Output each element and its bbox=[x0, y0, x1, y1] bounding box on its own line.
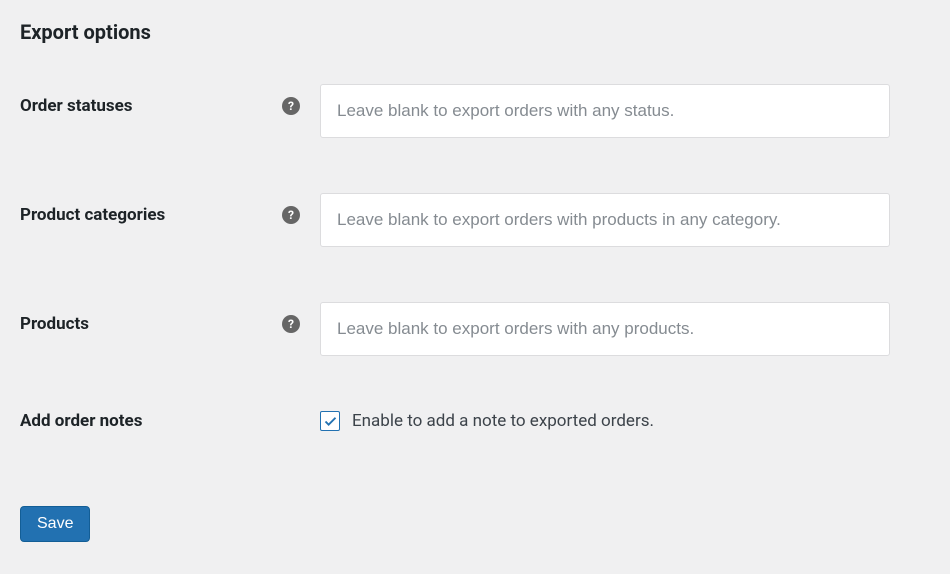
help-icon[interactable]: ? bbox=[282, 206, 300, 224]
add-order-notes-checkbox-label: Enable to add a note to exported orders. bbox=[352, 411, 654, 431]
check-icon bbox=[323, 414, 338, 429]
export-options-heading: Export options bbox=[20, 20, 930, 44]
product-categories-label: Product categories bbox=[20, 205, 165, 225]
order-statuses-input[interactable] bbox=[320, 84, 890, 138]
products-input[interactable] bbox=[320, 302, 890, 356]
products-input-col bbox=[320, 302, 930, 356]
add-order-notes-input-col: Enable to add a note to exported orders. bbox=[320, 411, 930, 431]
product-categories-input-col bbox=[320, 193, 930, 247]
products-label: Products bbox=[20, 314, 89, 334]
help-icon[interactable]: ? bbox=[282, 315, 300, 333]
products-row: Products ? bbox=[20, 302, 930, 356]
product-categories-input[interactable] bbox=[320, 193, 890, 247]
help-icon[interactable]: ? bbox=[282, 97, 300, 115]
order-statuses-label-col: Order statuses ? bbox=[20, 84, 320, 116]
save-button[interactable]: Save bbox=[20, 506, 90, 542]
order-statuses-input-col bbox=[320, 84, 930, 138]
product-categories-label-col: Product categories ? bbox=[20, 193, 320, 225]
add-order-notes-label-col: Add order notes bbox=[20, 411, 320, 431]
order-statuses-label: Order statuses bbox=[20, 96, 133, 116]
add-order-notes-row: Add order notes Enable to add a note to … bbox=[20, 411, 930, 431]
add-order-notes-label: Add order notes bbox=[20, 411, 142, 431]
add-order-notes-checkbox[interactable] bbox=[320, 411, 340, 431]
product-categories-row: Product categories ? bbox=[20, 193, 930, 247]
order-statuses-row: Order statuses ? bbox=[20, 84, 930, 138]
products-label-col: Products ? bbox=[20, 302, 320, 334]
